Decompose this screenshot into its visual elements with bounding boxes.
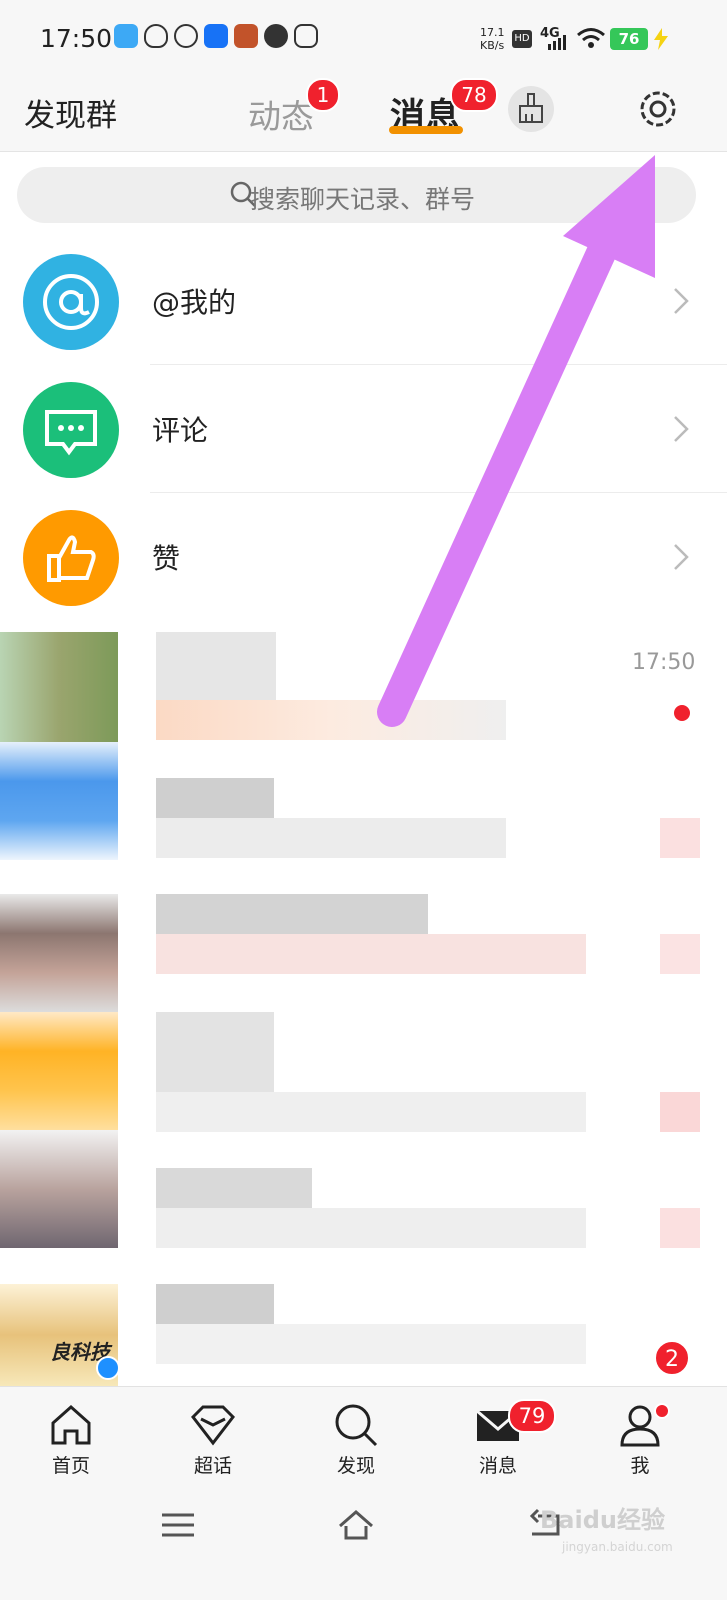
battery-indicator: 76: [610, 28, 648, 50]
game-icon: [234, 24, 258, 48]
zhihu-icon: [204, 24, 228, 48]
mosaic-block: [660, 934, 700, 974]
home-icon: [51, 1404, 91, 1445]
nav-messages-badge: 79: [508, 1399, 556, 1433]
mosaic-block: [156, 1092, 586, 1132]
mosaic-avatar: [0, 742, 118, 860]
at-me-label: @我的: [152, 286, 237, 319]
status-time: 17:50: [40, 24, 113, 53]
home-icon[interactable]: [336, 1506, 376, 1542]
mosaic-block: [156, 700, 506, 740]
nav-super-topic-label: 超话: [193, 1455, 232, 1477]
menu-icon[interactable]: [160, 1510, 196, 1540]
settings-button[interactable]: [633, 84, 683, 134]
charging-icon: [654, 28, 668, 50]
watermark-url: jingyan.baidu.com: [562, 1540, 673, 1554]
nav-messages-label: 消息: [478, 1455, 517, 1477]
likes-label: 赞: [152, 542, 181, 575]
message-time: 17:50: [632, 650, 696, 675]
nav-discover-label: 发现: [336, 1455, 375, 1477]
broom-icon: [519, 93, 543, 123]
thumbs-up-icon: [23, 510, 119, 606]
top-header: 发现群 动态 1 消息 78: [0, 78, 727, 152]
tab-dynamic-badge: 1: [306, 78, 340, 112]
chevron-right-icon: [674, 544, 689, 570]
watermark: Baidu经验: [540, 1506, 665, 1534]
speed-app-icon: [264, 24, 288, 48]
chat-app-icon: [294, 24, 318, 48]
nav-messages[interactable]: 消息 79: [448, 1387, 556, 1485]
clear-unread-button[interactable]: [508, 86, 554, 132]
search-placeholder: 搜索聊天记录、群号: [250, 185, 476, 214]
nav-discover[interactable]: 发现: [306, 1387, 406, 1485]
mosaic-avatar: [0, 1012, 118, 1130]
comments-label: 评论: [152, 414, 209, 447]
tab-dynamic[interactable]: 动态: [248, 90, 314, 138]
mosaic-avatar: [0, 632, 118, 742]
app-screen: 17:50 17.1 KB/s HD 4G 76 发现群 动态 1 消息 78 …: [0, 0, 727, 1600]
qq-icon: [144, 24, 168, 48]
likes-row[interactable]: 赞: [0, 493, 727, 621]
wechat-icon: [174, 24, 198, 48]
nav-home-label: 首页: [51, 1455, 90, 1477]
nav-me-label: 我: [630, 1455, 650, 1477]
mosaic-block: [156, 818, 506, 858]
chevron-right-icon: [674, 416, 689, 442]
mosaic-block: [156, 778, 274, 818]
mosaic-avatar: [0, 1130, 118, 1248]
mosaic-block: [156, 1324, 586, 1364]
mosaic-block: [660, 818, 700, 858]
unread-dot: [674, 705, 690, 721]
mosaic-block: [660, 1092, 700, 1132]
at-me-row[interactable]: @我的: [0, 237, 727, 365]
tab-messages-underline: [389, 126, 463, 134]
mosaic-block: [156, 934, 586, 974]
net-speed-unit: KB/s: [480, 39, 505, 52]
nav-home[interactable]: 首页: [21, 1387, 121, 1485]
unread-count-badge: 2: [654, 1340, 690, 1376]
comment-icon: [23, 382, 119, 478]
signal-icon: [548, 35, 566, 50]
mosaic-block: [660, 1208, 700, 1248]
mosaic-block: [156, 894, 428, 934]
status-bar: 17:50 17.1 KB/s HD 4G 76: [0, 0, 727, 78]
tab-messages-badge: 78: [450, 78, 498, 112]
net-speed-value: 17.1: [480, 26, 505, 39]
cloud-app-icon: [114, 24, 138, 48]
conversation-list-obscured: [0, 622, 727, 1386]
mosaic-avatar: [0, 894, 118, 1012]
mosaic-block: [156, 1284, 274, 1324]
comments-row[interactable]: 评论: [0, 365, 727, 493]
gear-icon: [640, 91, 676, 127]
verified-icon: [96, 1356, 120, 1380]
discover-groups-link[interactable]: 发现群: [24, 90, 117, 135]
bottom-nav: 首页 超话 发现 消息 79 我: [0, 1386, 727, 1484]
nav-me-dot: [654, 1403, 670, 1419]
mosaic-block: [156, 1208, 586, 1248]
mosaic-block: [156, 1168, 312, 1208]
search-icon: [335, 1404, 378, 1447]
nav-me[interactable]: 我: [590, 1387, 690, 1485]
nav-super-topic[interactable]: 超话: [163, 1387, 263, 1485]
wifi-icon: [577, 28, 605, 48]
chevron-right-icon: [674, 288, 689, 314]
diamond-icon: [191, 1405, 235, 1446]
hd-icon: HD: [512, 30, 532, 48]
mosaic-block: [156, 1012, 274, 1092]
at-icon: [23, 254, 119, 350]
